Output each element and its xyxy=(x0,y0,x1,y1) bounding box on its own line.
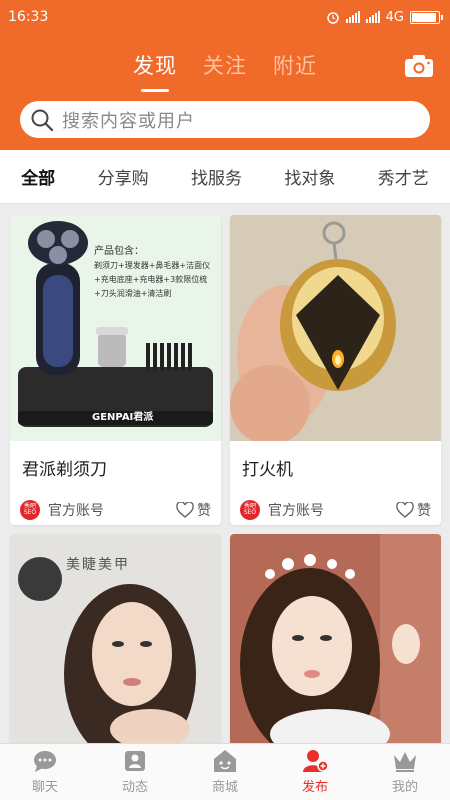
network-label: 4G xyxy=(385,9,404,25)
card-title: 君派剃须刀 xyxy=(22,460,107,480)
shop-icon xyxy=(214,750,236,772)
tab-follow[interactable]: 关注 xyxy=(203,50,247,86)
account-name[interactable]: 官方账号 xyxy=(268,500,396,520)
feed-card[interactable]: GENPAI君派 产品包含： 剃须刀+理发器+鼻毛器+洁面仪 +充电底座+充电器… xyxy=(10,215,221,525)
like-button[interactable]: 赞 xyxy=(396,500,431,520)
product-image: GENPAI君派 产品包含： 剃须刀+理发器+鼻毛器+洁面仪 +充电底座+充电器… xyxy=(10,215,221,441)
like-label: 赞 xyxy=(417,503,431,519)
publish-icon xyxy=(303,750,328,772)
status-time: 16:33 xyxy=(8,9,49,25)
product-text: 产品包含： 剃须刀+理发器+鼻毛器+洁面仪 +充电底座+充电器+3款限位梳 +刀… xyxy=(94,246,211,298)
account-name[interactable]: 官方账号 xyxy=(48,500,176,520)
search-bar[interactable]: 搜索内容或用户 xyxy=(20,101,430,138)
tab-discover[interactable]: 发现 xyxy=(133,50,177,92)
like-button[interactable]: 赞 xyxy=(176,500,211,520)
top-tabs: 发现 关注 附近 xyxy=(0,50,450,92)
feed-card[interactable]: 美睫美甲 xyxy=(10,534,221,750)
photo-image xyxy=(230,534,441,750)
bottom-nav: 聊天 动态 商城 发布 我的 xyxy=(0,743,450,800)
nav-chat[interactable]: 聊天 xyxy=(0,744,90,800)
nav-me-label: 我的 xyxy=(391,780,418,795)
status-bar: 16:33 4G xyxy=(0,0,450,34)
account-avatar: 秀吧 SEO xyxy=(240,500,260,520)
chat-icon xyxy=(34,751,56,772)
heart-icon xyxy=(176,502,194,518)
category-dating[interactable]: 找对象 xyxy=(284,164,335,189)
signal-icon xyxy=(365,11,380,23)
category-share-buy[interactable]: 分享购 xyxy=(98,164,149,189)
battery-icon xyxy=(410,10,443,24)
photo-image: 美睫美甲 xyxy=(10,534,221,750)
card-meta: 秀吧 SEO 官方账号 赞 xyxy=(10,485,221,525)
category-all[interactable]: 全部 xyxy=(21,164,55,189)
nav-me[interactable]: 我的 xyxy=(360,744,450,800)
category-talent[interactable]: 秀才艺 xyxy=(378,164,429,189)
crown-icon xyxy=(394,752,416,772)
feed-card[interactable] xyxy=(230,534,441,750)
alarm-icon xyxy=(326,12,339,24)
search-input[interactable]: 搜索内容或用户 xyxy=(62,107,195,133)
portrait-illustration xyxy=(230,534,441,750)
like-label: 赞 xyxy=(197,503,211,519)
signal-icon xyxy=(345,11,360,23)
camera-icon[interactable] xyxy=(404,54,434,78)
lighter-illustration xyxy=(230,215,441,441)
card-meta: 秀吧 SEO 官方账号 赞 xyxy=(230,485,441,525)
heart-icon xyxy=(396,502,414,518)
card-title: 打火机 xyxy=(242,460,293,480)
tab-nearby[interactable]: 附近 xyxy=(273,50,317,86)
nav-chat-label: 聊天 xyxy=(31,780,58,795)
nav-shop-label: 商城 xyxy=(211,780,238,795)
account-avatar: 秀吧 SEO xyxy=(20,500,40,520)
status-icons: 4G xyxy=(326,9,443,25)
photo-sign-text: 美睫美甲 xyxy=(66,557,130,573)
category-bar: 全部 分享购 找服务 找对象 秀才艺 xyxy=(0,150,450,204)
nav-shop[interactable]: 商城 xyxy=(180,744,270,800)
category-service[interactable]: 找服务 xyxy=(191,164,242,189)
feed-icon xyxy=(125,751,145,771)
product-image xyxy=(230,215,441,441)
nav-publish-label: 发布 xyxy=(301,780,328,795)
nav-feed-label: 动态 xyxy=(121,780,148,795)
nav-publish[interactable]: 发布 xyxy=(270,744,360,800)
nav-feed[interactable]: 动态 xyxy=(90,744,180,800)
search-icon xyxy=(31,109,54,131)
header: 16:33 4G 发现 关注 附近 搜索内容或用户 xyxy=(0,0,450,150)
feed-card[interactable]: 打火机 秀吧 SEO 官方账号 赞 xyxy=(230,215,441,525)
product-brand: GENPAI君派 xyxy=(92,412,154,423)
